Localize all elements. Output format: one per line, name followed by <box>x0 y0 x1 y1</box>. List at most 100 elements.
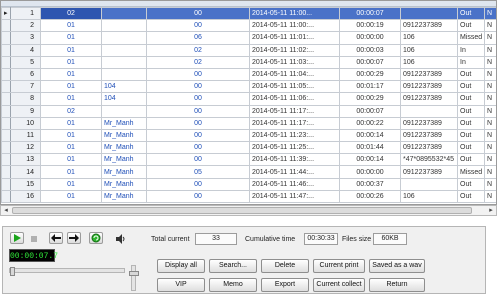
type-cell: 00 <box>146 104 250 118</box>
row-indicator-icon <box>1 80 11 94</box>
table-row[interactable]: 3 01 06 2014-05-11 11:01:... 00:00:00 106 Miss… <box>1 31 496 45</box>
direction-cell: Missed <box>457 165 485 179</box>
extension-name-cell <box>101 55 147 69</box>
phone-number-cell <box>400 104 458 118</box>
start-time-cell: 2014-05-11 11:39:... <box>249 153 340 167</box>
speaker-icon <box>116 234 125 244</box>
type-cell: 06 <box>146 31 250 45</box>
table-row[interactable]: 9 02 00 2014-05-11 11:17:... 00:00:07 Out N <box>1 104 496 118</box>
direction-cell: In <box>457 55 485 69</box>
duration-cell: 00:00:00 <box>339 31 401 45</box>
duration-cell: 00:00:07 <box>339 104 401 118</box>
table-row[interactable]: 4 01 02 2014-05-11 11:02:... 00:00:03 106 In N <box>1 43 496 57</box>
phone-number-cell <box>400 177 458 191</box>
play-button[interactable] <box>10 232 24 244</box>
table-row[interactable]: 16 01 Mr_Manh 00 2014-05-11 11:47:... 00:00:2… <box>1 189 496 204</box>
start-time-cell: 2014-05-11 11:23:... <box>249 128 340 143</box>
export-button[interactable]: Export <box>261 278 309 292</box>
row-number: 5 <box>10 55 41 69</box>
type-cell: 00 <box>146 6 250 21</box>
duration-cell: 00:00:19 <box>339 19 401 33</box>
start-time-cell: 2014-05-11 11:02:... <box>249 43 340 57</box>
line-cell: 01 <box>40 128 102 143</box>
flag-cell: N <box>484 177 496 191</box>
flag-cell: N <box>484 67 496 82</box>
duration-cell: 00:00:29 <box>339 67 401 82</box>
table-row[interactable]: 8 01 104 00 2014-05-11 11:06:... 00:00:29 0912… <box>1 92 496 106</box>
table-row[interactable]: 14 01 Mr_Manh 05 2014-05-11 11:44:... 00:00:0… <box>1 165 496 179</box>
scrollbar-thumb[interactable] <box>12 207 472 214</box>
forward-button[interactable] <box>67 232 81 244</box>
row-number: 9 <box>10 104 41 118</box>
call-log-table: ▸ 1 02 00 2014-05-11 11:00... 00:00:07 Out N 2 01… <box>1 6 496 204</box>
line-cell: 02 <box>40 104 102 118</box>
direction-cell: Out <box>457 104 485 118</box>
extension-name-cell <box>101 6 147 21</box>
volume-slider[interactable] <box>129 265 139 291</box>
row-number: 11 <box>10 128 41 143</box>
rewind-button[interactable] <box>49 232 63 244</box>
table-row[interactable]: 5 01 02 2014-05-11 11:03:... 00:00:07 106 In N <box>1 55 496 69</box>
progress-slider-thumb[interactable] <box>10 267 15 276</box>
phone-number-cell: 106 <box>400 43 458 57</box>
flag-cell: N <box>484 128 496 143</box>
extension-name-cell <box>101 43 147 57</box>
start-time-cell: 2014-05-11 11:44:... <box>249 165 340 179</box>
playback-progress-slider[interactable] <box>9 267 125 276</box>
flag-cell: N <box>484 116 496 130</box>
row-indicator-icon <box>1 189 11 204</box>
call-log-grid[interactable]: ▸ 1 02 00 2014-05-11 11:00... 00:00:07 Out N 2 01… <box>0 0 497 205</box>
table-row[interactable]: 15 01 Mr_Manh 00 2014-05-11 11:46:... 00:00:3… <box>1 177 496 191</box>
search-button[interactable]: Search... <box>209 259 257 273</box>
table-row[interactable]: 13 01 Mr_Manh 00 2014-05-11 11:39:... 00:00:1… <box>1 153 496 167</box>
extension-name-cell: Mr_Manh <box>101 116 147 130</box>
direction-cell: Out <box>457 80 485 94</box>
current-collect-button[interactable]: Current collect <box>313 278 365 292</box>
vip-button[interactable]: VIP <box>157 278 205 292</box>
current-print-button[interactable]: Current print <box>313 259 365 273</box>
extension-name-cell: Mr_Manh <box>101 177 147 191</box>
table-row[interactable]: 12 01 Mr_Manh 00 2014-05-11 11:25:... 00:01:4… <box>1 141 496 155</box>
direction-cell: Missed <box>457 31 485 45</box>
table-row[interactable]: 10 01 Mr_Manh 00 2014-05-11 11:17:... 00:00:2… <box>1 116 496 130</box>
scroll-left-icon[interactable]: ◂ <box>1 206 11 215</box>
direction-cell: Out <box>457 189 485 204</box>
save-as-wav-button[interactable]: Saved as a wav <box>369 259 425 273</box>
start-time-cell: 2014-05-11 11:00... <box>249 6 340 21</box>
table-row[interactable]: 2 01 00 2014-05-11 11:00:... 00:00:19 0912237… <box>1 19 496 33</box>
line-cell: 01 <box>40 19 102 33</box>
row-indicator-icon <box>1 31 11 45</box>
delete-button[interactable]: Delete <box>261 259 309 273</box>
horizontal-scrollbar[interactable]: ◂ ▸ <box>0 205 497 216</box>
direction-cell: Out <box>457 153 485 167</box>
table-row[interactable]: 6 01 00 2014-05-11 11:04:... 00:00:29 0912237… <box>1 67 496 82</box>
scroll-right-icon[interactable]: ▸ <box>486 206 496 215</box>
display-all-button[interactable]: Display all <box>157 259 205 273</box>
type-cell: 00 <box>146 92 250 106</box>
memo-button[interactable]: Memo <box>209 278 257 292</box>
start-time-cell: 2014-05-11 11:00:... <box>249 19 340 33</box>
line-cell: 01 <box>40 43 102 57</box>
duration-cell: 00:00:22 <box>339 116 401 130</box>
speaker-button[interactable] <box>115 234 125 246</box>
row-indicator-icon <box>1 153 11 167</box>
row-indicator-icon <box>1 19 11 33</box>
duration-cell: 00:00:14 <box>339 153 401 167</box>
volume-slider-thumb[interactable] <box>129 270 139 276</box>
row-indicator-icon <box>1 116 11 130</box>
files-size-label: Files size <box>342 236 372 243</box>
return-button[interactable]: Return <box>369 278 425 292</box>
row-indicator-icon <box>1 141 11 155</box>
direction-cell: Out <box>457 67 485 82</box>
stop-button[interactable] <box>27 232 41 244</box>
row-number: 2 <box>10 19 41 33</box>
table-row[interactable]: 7 01 104 00 2014-05-11 11:05:... 00:01:17 0912… <box>1 80 496 94</box>
loop-button[interactable] <box>89 232 103 244</box>
duration-cell: 00:00:29 <box>339 92 401 106</box>
row-indicator-icon <box>1 128 11 143</box>
table-row[interactable]: ▸ 1 02 00 2014-05-11 11:00... 00:00:07 Out N <box>1 6 496 21</box>
row-indicator-icon <box>1 92 11 106</box>
table-row[interactable]: 11 01 Mr_Manh 00 2014-05-11 11:23:... 00:00:1… <box>1 128 496 143</box>
type-cell: 00 <box>146 128 250 143</box>
play-icon <box>14 234 21 242</box>
